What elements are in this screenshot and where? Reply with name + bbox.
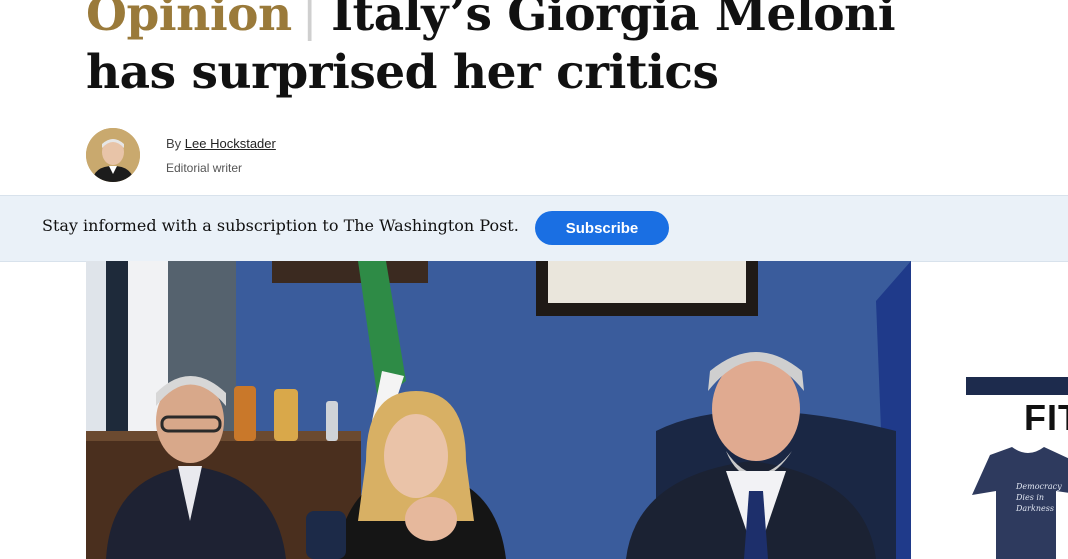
ad-top-bar (966, 377, 1068, 395)
byline-prefix: By (166, 136, 182, 151)
author-role: Editorial writer (166, 161, 243, 175)
side-ad[interactable]: FIT Democracy Dies in Darkness (966, 377, 1068, 559)
byline: By Lee Hockstader (166, 136, 276, 151)
kicker-separator: | (301, 0, 318, 42)
lead-photo[interactable] (86, 261, 911, 559)
opinion-kicker[interactable]: Opinion (86, 0, 292, 42)
subscribe-button[interactable]: Subscribe (535, 211, 669, 245)
ad-shirt-text: Democracy Dies in Darkness (1016, 482, 1062, 513)
subscribe-banner: Stay informed with a subscription to The… (0, 195, 1068, 262)
author-link[interactable]: Lee Hockstader (185, 136, 276, 151)
author-avatar[interactable] (86, 128, 140, 182)
ad-headline-fragment: FIT (1024, 397, 1068, 438)
article-headline: Opinion | Italy’s Giorgia Meloni has surpr… (86, 0, 986, 102)
subscribe-banner-text: Stay informed with a subscription to The… (42, 216, 519, 235)
